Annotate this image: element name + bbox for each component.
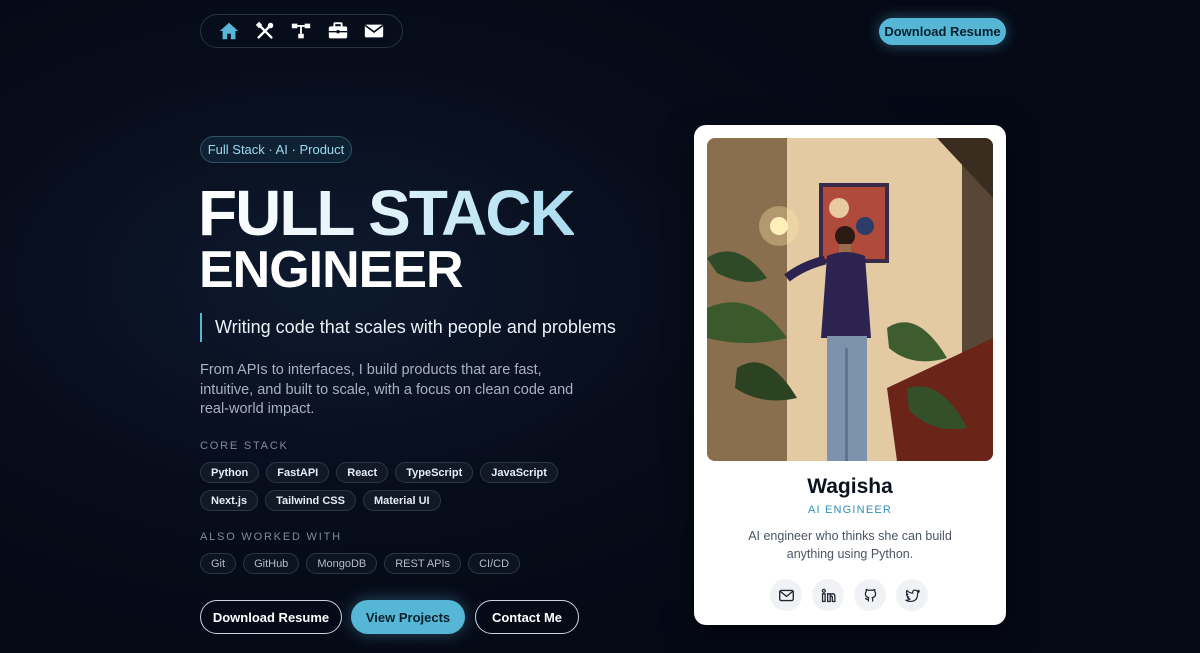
profile-role: AI ENGINEER (807, 504, 893, 516)
tagline-badge: Full Stack · AI · Product (200, 136, 352, 163)
core-stack-row-1: Python FastAPI React TypeScript JavaScri… (200, 462, 558, 483)
skill-chip: TypeScript (395, 462, 474, 483)
contact-me-button[interactable]: Contact Me (475, 600, 579, 634)
github-icon[interactable] (854, 579, 886, 611)
tool-chip: Git (200, 553, 237, 574)
hero-quote: Writing code that scales with people and… (200, 313, 616, 342)
skill-chip: Tailwind CSS (265, 490, 356, 511)
envelope-icon[interactable] (363, 20, 385, 42)
skill-chip: JavaScript (480, 462, 558, 483)
top-navigation (200, 14, 403, 48)
skill-chip: Material UI (362, 490, 441, 511)
skill-chip: Next.js (200, 490, 259, 511)
sitemap-icon[interactable] (290, 20, 312, 42)
mail-icon[interactable] (770, 579, 802, 611)
hero-title-line1: FULL STACK (198, 177, 576, 249)
header-download-resume-button[interactable]: Download Resume (879, 18, 1006, 45)
view-projects-button[interactable]: View Projects (351, 600, 465, 634)
core-stack-row-2: Next.js Tailwind CSS Material UI (200, 490, 441, 511)
home-icon[interactable] (218, 20, 240, 42)
skill-chip: FastAPI (266, 462, 330, 483)
also-worked-with-row: Git GitHub MongoDB REST APIs CI/CD (200, 553, 521, 574)
also-worked-with-label: ALSO WORKED WITH (200, 531, 342, 543)
hero-description: From APIs to interfaces, I build product… (200, 362, 574, 417)
social-links (770, 579, 928, 611)
profile-bio: AI engineer who thinks she can build any… (748, 529, 952, 561)
profile-card: Wagisha AI ENGINEER AI engineer who thin… (694, 125, 1006, 625)
skill-chip: React (336, 462, 389, 483)
core-stack-label: CORE STACK (200, 440, 289, 452)
tool-chip: CI/CD (468, 553, 521, 574)
tool-chip: MongoDB (306, 553, 378, 574)
tool-chip: REST APIs (384, 553, 462, 574)
profile-name: Wagisha (807, 475, 893, 498)
linkedin-icon[interactable] (812, 579, 844, 611)
tool-chip: GitHub (243, 553, 300, 574)
download-resume-button[interactable]: Download Resume (200, 600, 342, 634)
briefcase-icon[interactable] (327, 20, 349, 42)
skill-chip: Python (200, 462, 260, 483)
hero-title-line2: ENGINEER (199, 241, 464, 299)
twitter-icon[interactable] (896, 579, 928, 611)
tools-icon[interactable] (254, 20, 276, 42)
profile-photo (707, 138, 993, 461)
